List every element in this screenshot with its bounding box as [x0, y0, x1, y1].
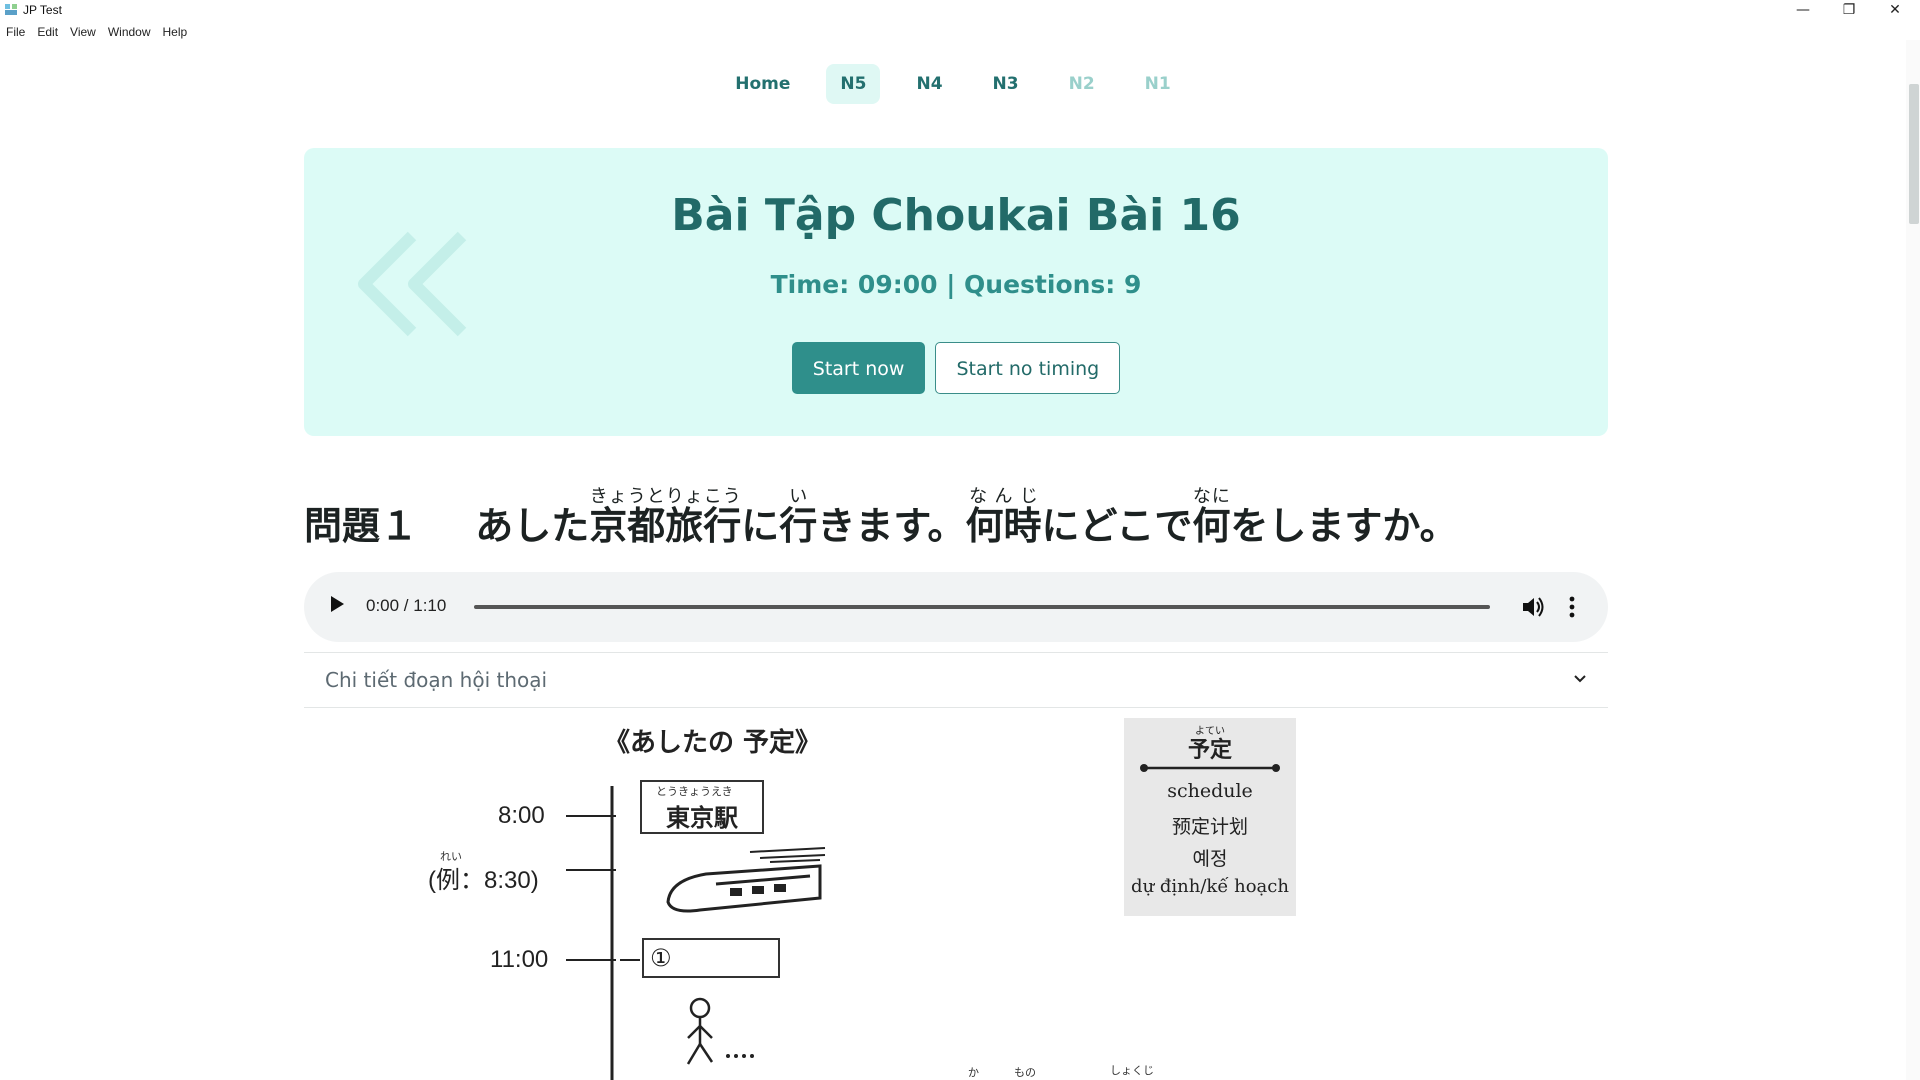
- question-text-part: 何時: [965, 504, 1042, 548]
- answer-box: ①: [642, 938, 780, 978]
- minimize-button[interactable]: —: [1780, 0, 1826, 20]
- menu-window[interactable]: Window: [102, 22, 157, 44]
- level-nav: Home N5 N4 N3 N2 N1: [0, 64, 1906, 104]
- menu-help[interactable]: Help: [157, 22, 194, 44]
- test-hero-card: Bài Tập Choukai Bài 16 Time: 09:00 | Que…: [304, 148, 1608, 436]
- audio-player: 0:00 / 1:10: [304, 572, 1608, 642]
- time-label: 11:00: [490, 946, 549, 973]
- question-text-part: 何: [1192, 504, 1231, 548]
- station-label: 東京駅: [666, 803, 738, 832]
- app-icon: [5, 4, 17, 15]
- scrollbar-thumb[interactable]: [1909, 84, 1919, 224]
- answer-box-number: ①: [650, 944, 672, 972]
- glossary-line: dự định/kế hoạch: [1131, 876, 1289, 897]
- furigana: しょくじ: [1110, 1064, 1154, 1077]
- nav-n3[interactable]: N3: [979, 64, 1033, 104]
- time-label: (例：8:30): [428, 867, 539, 894]
- furigana: なに: [1192, 486, 1231, 507]
- test-title: Bài Tập Choukai Bài 16: [671, 190, 1241, 241]
- menu-file[interactable]: File: [0, 22, 31, 44]
- question-text-part: に: [741, 504, 780, 548]
- nav-n1: N1: [1144, 74, 1171, 94]
- glossary-line: 预定计划: [1171, 816, 1248, 838]
- bullet-train-icon: [666, 847, 826, 913]
- nav-home[interactable]: Home: [721, 64, 804, 104]
- window-title: JP Test: [23, 3, 62, 17]
- volume-icon[interactable]: [1520, 594, 1546, 620]
- person-walking-icon: [686, 997, 754, 1065]
- restore-button[interactable]: ❐: [1826, 0, 1872, 20]
- page-scrollbar[interactable]: [1906, 40, 1920, 1080]
- start-no-timing-button[interactable]: Start no timing: [935, 342, 1121, 394]
- furigana: い: [779, 486, 818, 507]
- glossary-card: よてい 予定 schedule 预定计划 예정 dự định/kế hoạch: [1124, 718, 1296, 916]
- furigana: とうきょうえき: [656, 785, 733, 798]
- glossary-line: schedule: [1167, 780, 1253, 802]
- furigana: なんじ: [965, 486, 1042, 507]
- audio-progress-bar[interactable]: [474, 605, 1490, 609]
- question-heading: 問題１ あした京都旅行きょうとりょこうに行いきます。何時なんじにどこで何なにをし…: [304, 486, 1458, 550]
- chevron-down-icon[interactable]: [1572, 671, 1588, 687]
- time-label: 8:00: [498, 802, 545, 829]
- accordion-label: Chi tiết đoạn hội thoại: [325, 668, 548, 692]
- close-button[interactable]: ✕: [1872, 0, 1918, 20]
- furigana: もの: [1014, 1066, 1036, 1079]
- furigana: きょうとりょこう: [589, 486, 742, 507]
- glossary-heading: 予定: [1187, 737, 1232, 763]
- title-bar: JP Test — ❐ ✕: [0, 0, 1920, 20]
- menu-view[interactable]: View: [64, 22, 102, 44]
- question-text-part: 行: [779, 504, 818, 548]
- glossary-divider: [1140, 764, 1280, 772]
- question-text-part: をしますか。: [1230, 504, 1458, 548]
- more-options-icon[interactable]: [1566, 594, 1578, 620]
- question-number: 問題１: [304, 504, 419, 548]
- menu-edit[interactable]: Edit: [31, 22, 64, 44]
- conversation-details-accordion[interactable]: Chi tiết đoạn hội thoại: [304, 652, 1608, 708]
- start-now-button[interactable]: Start now: [791, 342, 926, 394]
- furigana: か: [968, 1066, 979, 1079]
- test-meta: Time: 09:00 | Questions: 9: [770, 270, 1142, 299]
- question-text-part: にどこで: [1041, 504, 1193, 548]
- station-box: とうきょうえき 東京駅: [640, 780, 764, 834]
- schedule-worksheet-image: 《あしたの 予定》 8:00 れい (例：8:30) 11:00 とうきょうえき…: [304, 708, 1608, 1080]
- glossary-line: 예정: [1192, 848, 1228, 870]
- nav-n5[interactable]: N5: [826, 64, 881, 104]
- question-text-part: 京都旅行: [589, 504, 742, 548]
- nav-n2: N2: [1068, 74, 1095, 94]
- play-icon[interactable]: [331, 596, 344, 612]
- nav-n4[interactable]: N4: [902, 64, 956, 104]
- audio-time: 0:00 / 1:10: [366, 596, 447, 615]
- hero-actions: Start now Start no timing: [304, 342, 1608, 394]
- question-text-part: きます。: [817, 504, 966, 548]
- menu-bar: File Edit View Window Help: [0, 22, 193, 44]
- question-text-part: あした: [475, 504, 590, 548]
